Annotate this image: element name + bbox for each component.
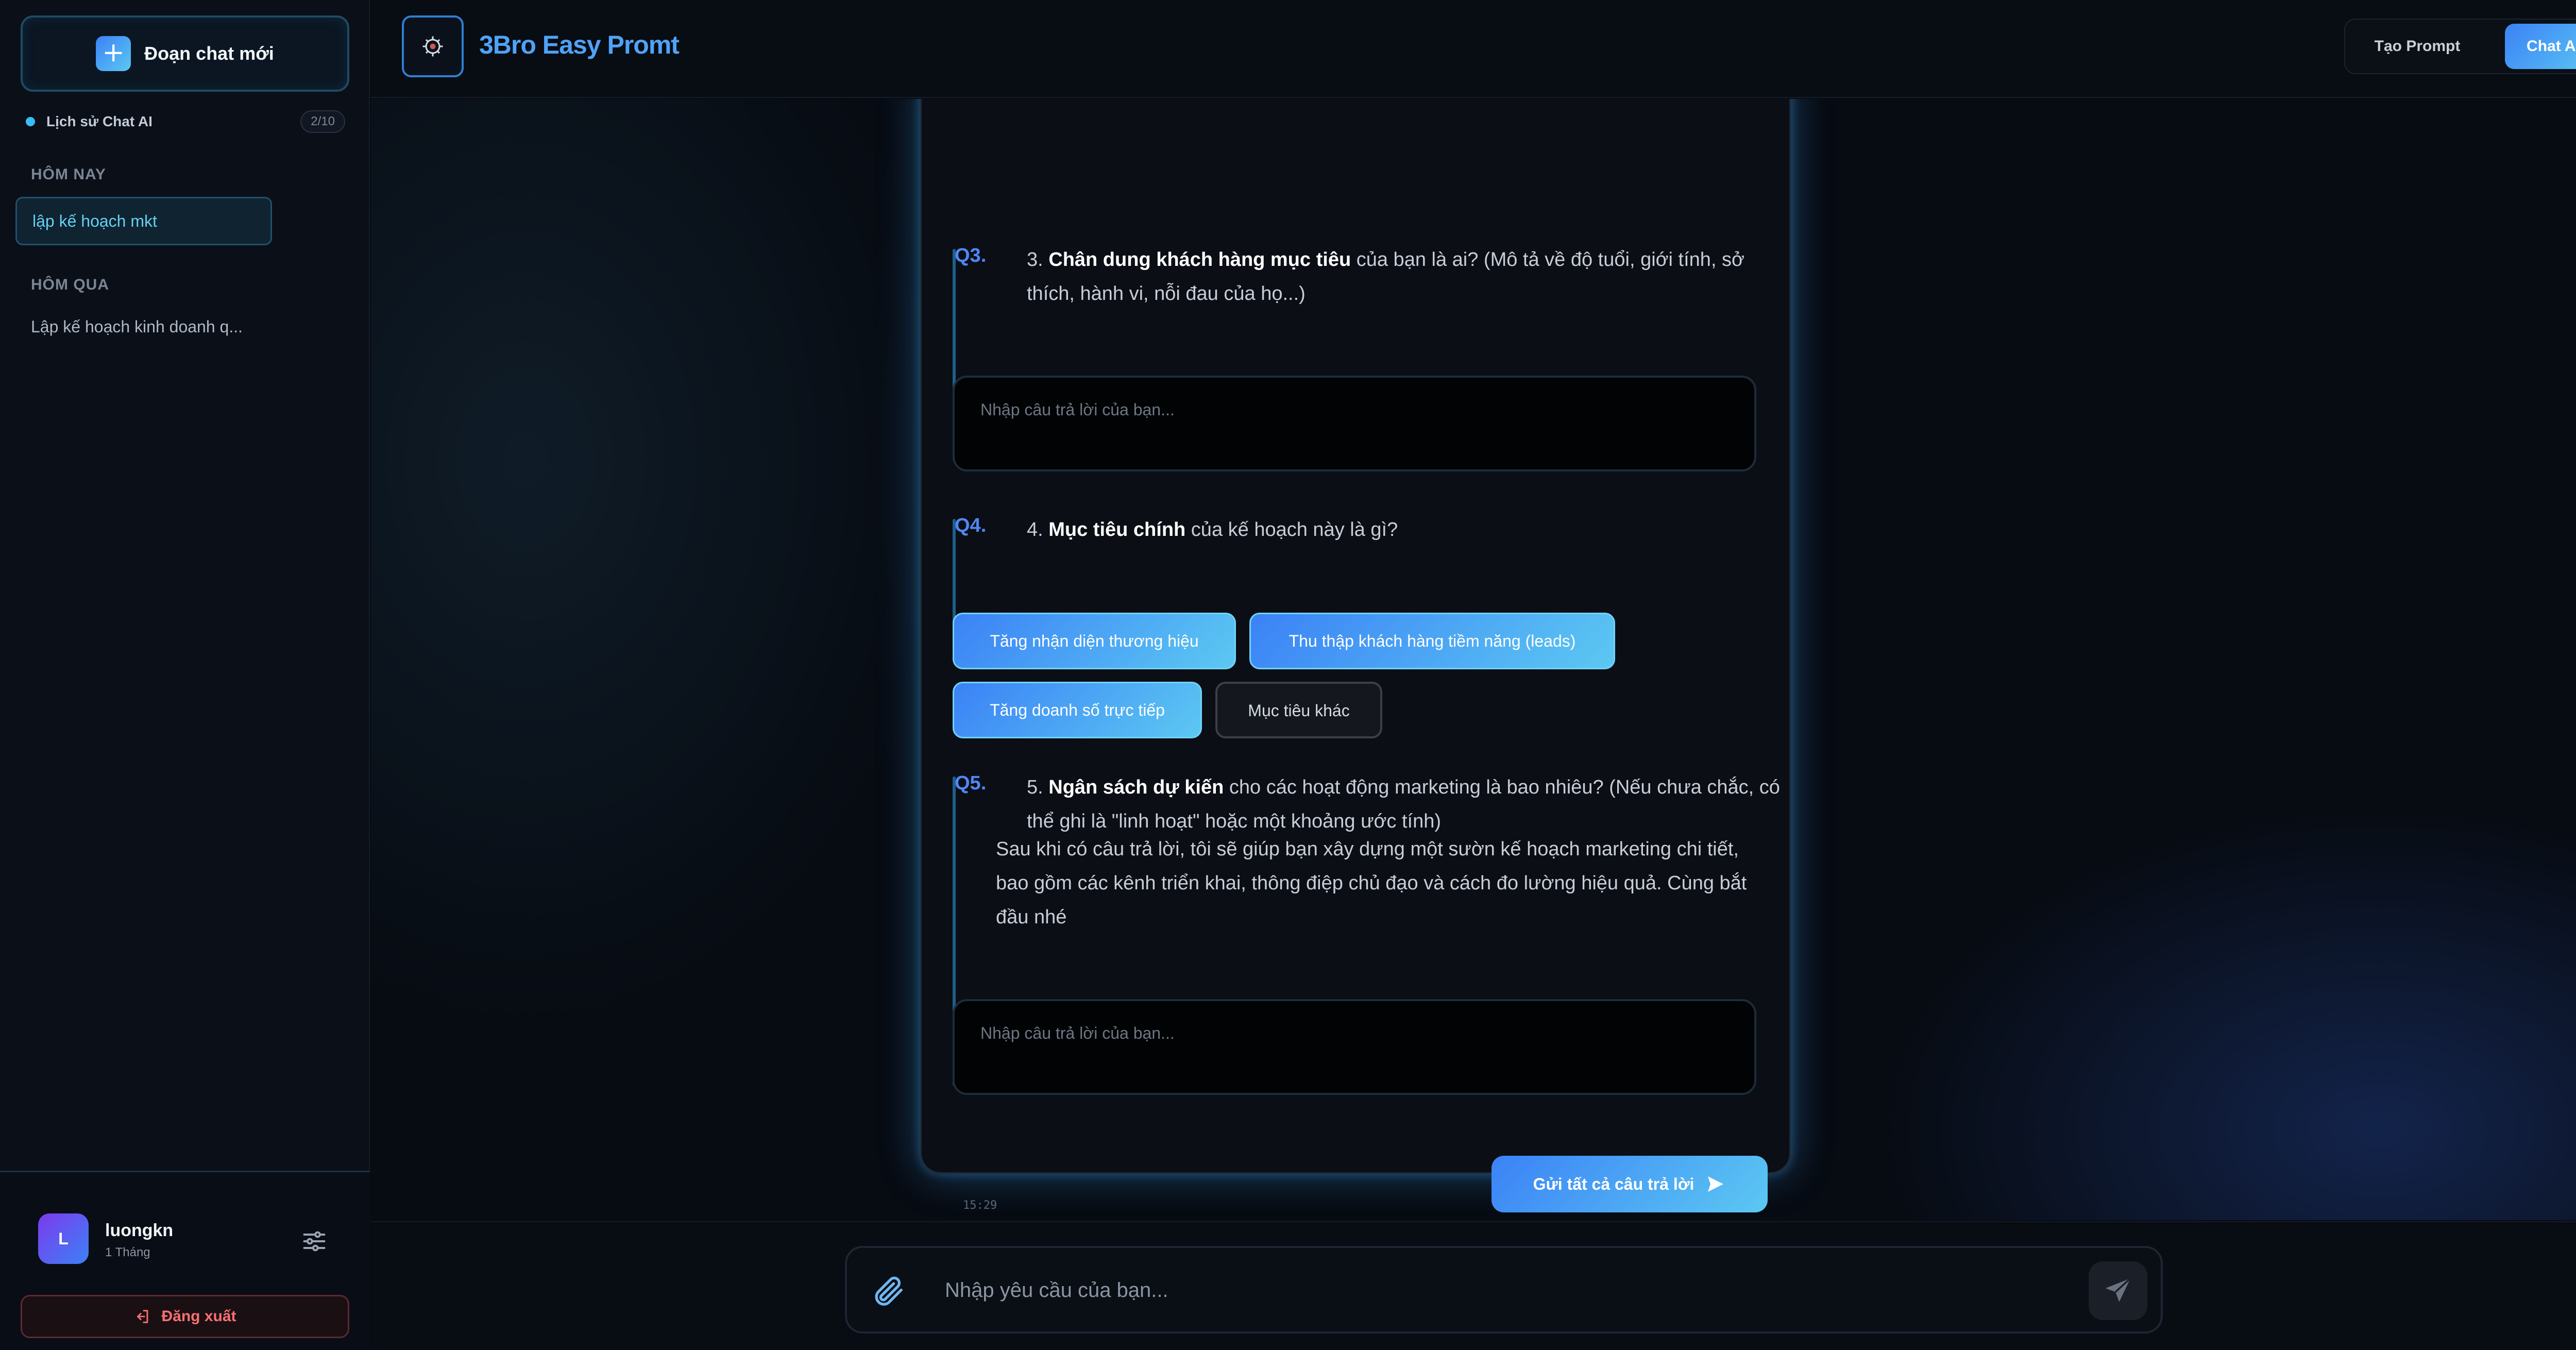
option-direct-sales[interactable]: Tăng doanh số trực tiếp bbox=[953, 682, 1202, 738]
prompt-input[interactable]: Nhập yêu cầu của bạn... bbox=[945, 1279, 1168, 1302]
question-text: 4. Mục tiêu chính của kế hoạch này là gì… bbox=[1027, 513, 1784, 547]
send-all-label: Gửi tất cả câu trả lời bbox=[1533, 1174, 1694, 1193]
question-rest: của kế hoạch này là gì? bbox=[1185, 519, 1398, 541]
chat-area: Q3. 3. Chân dung khách hàng mục tiêu của… bbox=[371, 99, 2576, 1220]
option-brand-awareness[interactable]: Tăng nhận diện thương hiệu bbox=[953, 613, 1236, 669]
avatar[interactable]: L bbox=[38, 1213, 89, 1264]
new-chat-label: Đoạn chat mới bbox=[144, 43, 274, 64]
assistant-followup-text: Sau khi có câu trả lời, tôi sẽ giúp bạn … bbox=[996, 838, 1747, 928]
plus-icon: + bbox=[96, 36, 131, 71]
question-keyword: Chân dung khách hàng mục tiêu bbox=[1048, 249, 1351, 271]
message-timestamp: 15:29 bbox=[963, 1199, 997, 1212]
composer-area: Nhập yêu cầu của bạn... bbox=[371, 1221, 2576, 1350]
sidebar: + Đoạn chat mới Lịch sử Chat AI 2/10 HÔM… bbox=[0, 0, 370, 1350]
settings-sliders-icon[interactable] bbox=[301, 1228, 328, 1255]
question-number: Q5. bbox=[955, 772, 987, 794]
tab-chat-ai[interactable]: Chat AI bbox=[2505, 24, 2576, 69]
top-nav: Tạo Prompt Chat AI bbox=[2344, 19, 2576, 74]
answer-input-q5[interactable]: Nhập câu trả lời của bạn... bbox=[953, 999, 1756, 1095]
question-number: Q4. bbox=[955, 515, 987, 536]
brand-title: 3Bro Easy Promt bbox=[479, 30, 680, 59]
question-keyword: Ngân sách dự kiến bbox=[1048, 777, 1224, 798]
question-prefix: 3. bbox=[1027, 249, 1049, 271]
answer-input-q3[interactable]: Nhập câu trả lời của bạn... bbox=[953, 376, 1756, 471]
status-dot-icon bbox=[26, 117, 35, 126]
logo-icon[interactable] bbox=[402, 15, 464, 77]
question-prefix: 4. bbox=[1027, 519, 1049, 541]
logout-label: Đăng xuất bbox=[161, 1308, 236, 1325]
option-other-goal[interactable]: Mục tiêu khác bbox=[1215, 682, 1382, 738]
section-title-yesterday: HÔM QUA bbox=[31, 276, 109, 293]
user-panel: L luongkn 1 Tháng Đăng xuất bbox=[0, 1171, 370, 1350]
tab-create-prompt[interactable]: Tạo Prompt bbox=[2361, 24, 2474, 69]
question-number: Q3. bbox=[955, 245, 987, 266]
question-prefix: 5. bbox=[1027, 777, 1049, 798]
username: luongkn bbox=[105, 1221, 174, 1240]
chat-history-item-active[interactable]: lập kế hoạch mkt bbox=[15, 197, 272, 245]
top-bar: 3Bro Easy Promt Tạo Prompt Chat AI bbox=[371, 0, 2576, 98]
history-count-badge: 2/10 bbox=[300, 110, 345, 133]
send-all-answers-button[interactable]: Gửi tất cả câu trả lời bbox=[1492, 1156, 1768, 1212]
question-text: 5. Ngân sách dự kiến cho các hoạt động m… bbox=[1027, 770, 1784, 838]
option-lead-generation[interactable]: Thu thập khách hàng tiềm năng (leads) bbox=[1249, 613, 1615, 669]
composer: Nhập yêu cầu của bạn... bbox=[845, 1246, 2163, 1334]
question-keyword: Mục tiêu chính bbox=[1048, 519, 1186, 541]
chat-history-label: Lịch sử Chat AI bbox=[46, 113, 152, 129]
section-title-today: HÔM NAY bbox=[31, 166, 106, 183]
send-button[interactable] bbox=[2089, 1261, 2147, 1320]
send-arrow-icon bbox=[1708, 1176, 1724, 1192]
chat-history-item[interactable]: Lập kế hoạch kinh doanh q... bbox=[31, 317, 243, 336]
logout-icon bbox=[137, 1310, 148, 1323]
logout-button[interactable]: Đăng xuất bbox=[21, 1295, 349, 1338]
chat-history-header: Lịch sử Chat AI 2/10 bbox=[26, 110, 345, 133]
new-chat-button[interactable]: + Đoạn chat mới bbox=[21, 15, 349, 92]
paper-plane-icon bbox=[2105, 1277, 2131, 1302]
assistant-message-card: Q3. 3. Chân dung khách hàng mục tiêu của… bbox=[920, 99, 1791, 1212]
paperclip-icon[interactable] bbox=[870, 1273, 906, 1309]
question-text: 3. Chân dung khách hàng mục tiêu của bạn… bbox=[1027, 243, 1784, 311]
subscription-plan: 1 Tháng bbox=[105, 1245, 150, 1259]
